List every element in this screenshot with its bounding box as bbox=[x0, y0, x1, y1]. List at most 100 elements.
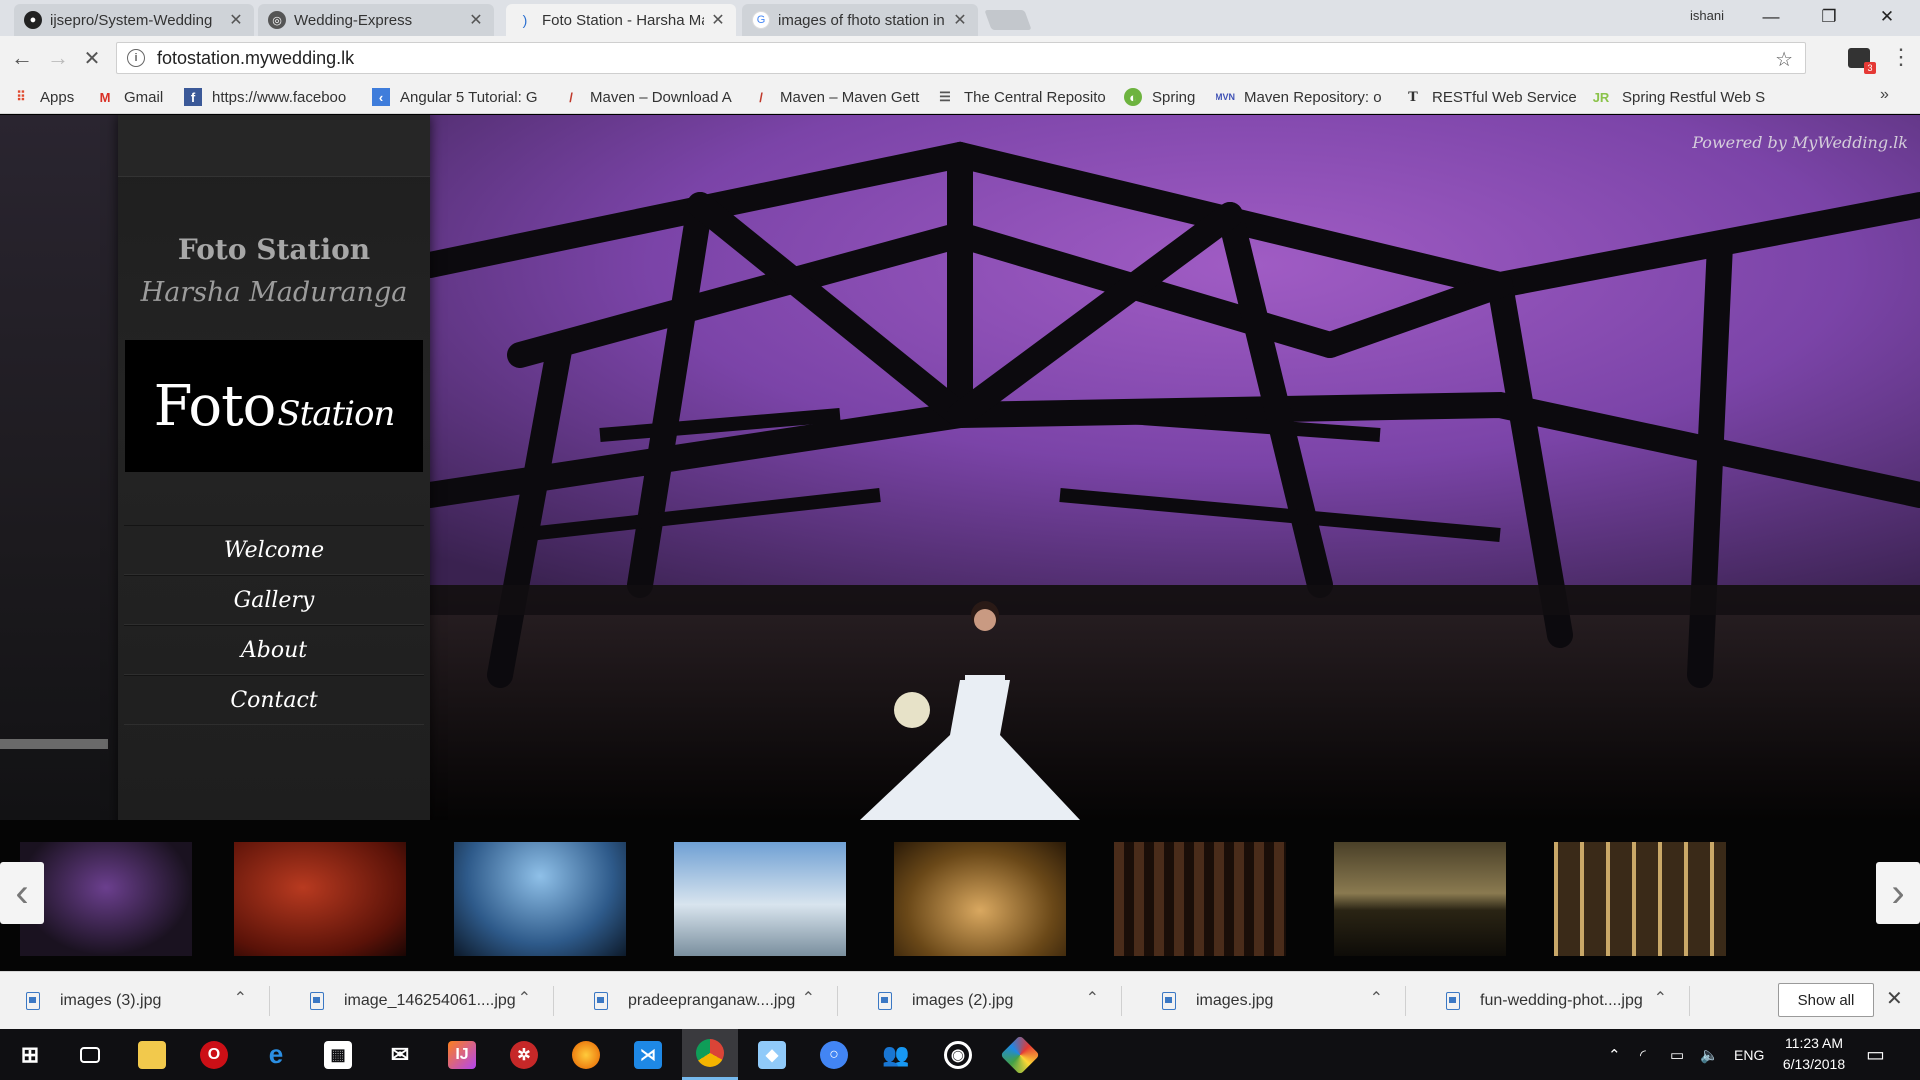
battery-icon[interactable]: ▭ bbox=[1670, 1029, 1684, 1080]
show-all-button[interactable]: Show all bbox=[1778, 983, 1874, 1017]
logo[interactable]: FotoStation bbox=[125, 340, 423, 472]
image-file-icon bbox=[1162, 992, 1176, 1010]
bookmarks-bar: ⠿ Apps M Gmail f https://www.faceboo ‹ A… bbox=[0, 80, 1920, 114]
download-item[interactable]: images (3).jpg ⌃ bbox=[0, 986, 270, 1016]
thumbnail-4[interactable] bbox=[674, 842, 846, 956]
new-tab-button[interactable] bbox=[984, 10, 1032, 30]
start-button[interactable]: ⊞ bbox=[2, 1029, 58, 1080]
thumbnail-5[interactable] bbox=[894, 842, 1066, 956]
menu-icon[interactable]: ⋮ bbox=[1890, 44, 1912, 70]
download-filename: images.jpg bbox=[1196, 992, 1274, 1009]
thumbnail-7[interactable] bbox=[1334, 842, 1506, 956]
close-icon[interactable]: ✕ bbox=[952, 10, 968, 30]
chevron-up-icon[interactable]: ⌃ bbox=[802, 988, 815, 1008]
language-indicator[interactable]: ENG bbox=[1734, 1029, 1764, 1080]
download-item[interactable]: image_146254061....jpg ⌃ bbox=[284, 986, 554, 1016]
bookmark-central-repo[interactable]: ☰ The Central Reposito bbox=[936, 85, 1108, 109]
tab-label: images of fhoto station in bbox=[778, 11, 945, 29]
thumbnail-1[interactable] bbox=[20, 842, 192, 956]
bookmark-maven-repository[interactable]: MVN Maven Repository: o bbox=[1216, 85, 1388, 109]
taskbar-firefox[interactable] bbox=[558, 1029, 614, 1080]
close-icon[interactable]: ✕ bbox=[710, 10, 726, 30]
close-window-button[interactable]: ✕ bbox=[1858, 0, 1916, 34]
bookmark-facebook[interactable]: f https://www.faceboo bbox=[184, 85, 356, 109]
network-icon[interactable]: ◜ bbox=[1640, 1029, 1646, 1080]
profile-name[interactable]: ishani bbox=[1690, 8, 1724, 23]
taskbar-media[interactable]: ◉ bbox=[930, 1029, 986, 1080]
chevron-up-icon[interactable]: ⌃ bbox=[234, 988, 247, 1008]
download-item[interactable]: fun-wedding-phot....jpg ⌃ bbox=[1420, 986, 1690, 1016]
bookmark-spring[interactable]: ◐ Spring bbox=[1124, 85, 1204, 109]
back-icon[interactable]: ← bbox=[8, 44, 36, 72]
task-view-button[interactable] bbox=[62, 1029, 118, 1080]
apps-grid-icon: ⠿ bbox=[16, 89, 26, 104]
taskbar-store[interactable]: ▦ bbox=[310, 1029, 366, 1080]
thumbnails-prev-button[interactable]: ‹ bbox=[0, 862, 44, 924]
close-icon[interactable]: ✕ bbox=[468, 10, 484, 30]
taskbar-edge[interactable]: e bbox=[248, 1029, 304, 1080]
vscode-icon: ⋊ bbox=[634, 1040, 662, 1069]
nav-about[interactable]: About bbox=[124, 625, 424, 675]
bookmark-maven-download[interactable]: / Maven – Download A bbox=[562, 85, 734, 109]
chevron-up-icon[interactable]: ⌃ bbox=[518, 988, 531, 1008]
bookmark-restful[interactable]: T RESTful Web Service bbox=[1404, 85, 1576, 109]
thumbnail-3[interactable] bbox=[454, 842, 626, 956]
tab-wedding-express[interactable]: ◎ Wedding-Express ✕ bbox=[258, 4, 494, 36]
tray-overflow[interactable]: ⌃ bbox=[1608, 1029, 1621, 1080]
bookmark-label: RESTful Web Service bbox=[1432, 88, 1576, 106]
powered-by-text[interactable]: Powered by MyWedding.lk bbox=[1692, 133, 1908, 152]
web-page: Powered by MyWedding.lk Foto Station Har… bbox=[0, 115, 1920, 971]
taskbar-chrome-app[interactable]: ○ bbox=[806, 1029, 862, 1080]
nav-welcome[interactable]: Welcome bbox=[124, 525, 424, 575]
bookmark-apps[interactable]: ⠿ Apps bbox=[12, 85, 92, 109]
circle-app-icon: ○ bbox=[820, 1040, 848, 1069]
bookmark-gmail[interactable]: M Gmail bbox=[96, 85, 176, 109]
thumbnails-next-button[interactable]: › bbox=[1876, 862, 1920, 924]
close-icon[interactable]: ✕ bbox=[228, 10, 244, 30]
extension-icon[interactable]: 3 bbox=[1848, 48, 1876, 74]
forward-icon[interactable]: → bbox=[44, 44, 72, 72]
notifications-icon[interactable]: ▭ bbox=[1866, 1029, 1885, 1080]
bookmark-spring-restful[interactable]: JR Spring Restful Web S bbox=[1590, 85, 1766, 109]
nav-gallery[interactable]: Gallery bbox=[124, 575, 424, 625]
taskbar-3d-box[interactable]: ◆ bbox=[744, 1029, 800, 1080]
download-item[interactable]: images.jpg ⌃ bbox=[1136, 986, 1406, 1016]
taskbar-git[interactable] bbox=[992, 1029, 1048, 1080]
taskbar-opera[interactable]: O bbox=[186, 1029, 242, 1080]
bookmark-maven-getting[interactable]: / Maven – Maven Getti bbox=[752, 85, 920, 109]
taskbar-file-explorer[interactable] bbox=[124, 1029, 180, 1080]
tab-google-images[interactable]: G images of fhoto station in ✕ bbox=[742, 4, 978, 36]
close-icon[interactable]: ✕ bbox=[1886, 986, 1903, 1011]
bookmark-angular[interactable]: ‹ Angular 5 Tutorial: G bbox=[372, 85, 544, 109]
bookmark-label: The Central Reposito bbox=[964, 88, 1106, 106]
thumbnail-6[interactable] bbox=[1114, 842, 1286, 956]
download-item[interactable]: images (2).jpg ⌃ bbox=[852, 986, 1122, 1016]
taskbar-app-red[interactable]: ✲ bbox=[496, 1029, 552, 1080]
chevron-up-icon[interactable]: ⌃ bbox=[1654, 988, 1667, 1008]
taskbar-chrome[interactable] bbox=[682, 1029, 738, 1080]
tab-foto-station[interactable]: ) Foto Station - Harsha Ma ✕ bbox=[506, 4, 736, 36]
tab-github[interactable]: ● ijsepro/System-Wedding ✕ bbox=[14, 4, 254, 36]
download-item[interactable]: pradeepranganaw....jpg ⌃ bbox=[568, 986, 838, 1016]
chevron-up-icon[interactable]: ⌃ bbox=[1370, 988, 1383, 1008]
chevron-up-icon[interactable]: ⌃ bbox=[1086, 988, 1099, 1008]
nav-contact[interactable]: Contact bbox=[124, 675, 424, 725]
taskbar-intellij[interactable]: IJ bbox=[434, 1029, 490, 1080]
stop-icon[interactable]: ✕ bbox=[78, 44, 106, 72]
address-bar[interactable]: i fotostation.mywedding.lk ☆ bbox=[116, 42, 1806, 74]
info-icon[interactable]: i bbox=[127, 49, 145, 67]
restore-button[interactable]: ❐ bbox=[1800, 0, 1858, 34]
volume-icon[interactable]: 🔈 bbox=[1700, 1029, 1719, 1080]
thumbnail-2[interactable] bbox=[234, 842, 406, 956]
taskbar-vscode[interactable]: ⋊ bbox=[620, 1029, 676, 1080]
taskbar-mail[interactable]: ✉ bbox=[372, 1029, 428, 1080]
thumbnail-8[interactable] bbox=[1554, 842, 1726, 956]
minimize-button[interactable]: — bbox=[1742, 0, 1800, 34]
address-url[interactable]: fotostation.mywedding.lk bbox=[157, 48, 354, 69]
bookmark-star-icon[interactable]: ☆ bbox=[1775, 47, 1793, 72]
logo-text: FotoStation bbox=[153, 373, 396, 439]
image-file-icon bbox=[1446, 992, 1460, 1010]
system-clock[interactable]: 11:23 AM 6/13/2018 bbox=[1772, 1033, 1856, 1075]
bookmarks-overflow-button[interactable]: » bbox=[1880, 86, 1889, 104]
taskbar-people[interactable]: 👥 bbox=[868, 1029, 924, 1080]
